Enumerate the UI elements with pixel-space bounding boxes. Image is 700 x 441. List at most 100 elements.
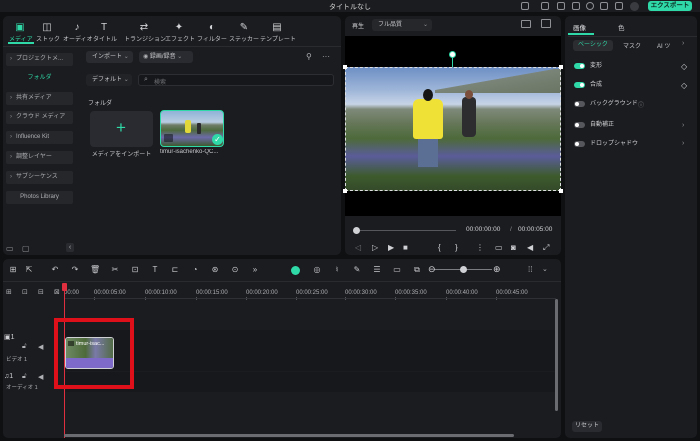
lock-icon[interactable]: 🔓︎ — [22, 373, 27, 381]
speed-icon[interactable]: ⊛ — [210, 265, 220, 275]
sidebar-item[interactable]: フォルダ — [6, 72, 73, 85]
chevron-right-icon[interactable]: › — [682, 140, 684, 147]
filter-icon[interactable]: ⚲ — [306, 52, 312, 61]
bell-icon[interactable] — [615, 2, 623, 10]
sidebar-item[interactable]: › Influence Kit — [6, 131, 73, 144]
fullscreen-icon[interactable]: ⤢ — [543, 243, 549, 253]
keyframe-icon[interactable]: ◇ — [681, 62, 687, 71]
more-icon[interactable]: » — [250, 265, 260, 275]
sidebar-item[interactable]: › プロジェクトメ... — [6, 53, 73, 66]
toggle-switch[interactable] — [574, 122, 585, 128]
subtitle-icon[interactable]: ☰ — [372, 265, 382, 275]
toolbar-template[interactable]: ▤ テンプレート — [260, 22, 296, 44]
search-input[interactable]: ⌕ 検索 — [138, 74, 334, 86]
cloud-icon[interactable] — [600, 2, 608, 10]
keyframe-icon[interactable]: ◇ — [681, 81, 687, 90]
link-icon[interactable]: ⊡ — [22, 288, 28, 296]
snap-toggle-icon[interactable] — [291, 266, 300, 275]
toolbar-sticker[interactable]: ✎ ステッカー — [229, 22, 259, 44]
split-view-icon[interactable] — [521, 20, 531, 28]
record-dropdown[interactable]: ◉ 録画/録音 ⌄ — [139, 51, 193, 63]
zoom-slider-handle[interactable] — [460, 266, 467, 273]
undo-icon[interactable]: ↶ — [50, 265, 60, 275]
lock-icon[interactable]: 🔓︎ — [22, 343, 27, 351]
crown-icon[interactable] — [541, 2, 549, 10]
cut-icon[interactable]: ✂ — [110, 265, 120, 275]
tab-image[interactable]: 画像 — [573, 22, 586, 32]
mic-icon[interactable]: ♮ — [332, 265, 342, 275]
help-icon[interactable]: ⓘ — [638, 100, 644, 109]
play-icon[interactable]: ▶ — [388, 243, 394, 252]
selection-box[interactable] — [345, 67, 561, 191]
subtab-basic[interactable]: ベーシック — [573, 40, 613, 51]
toggle-switch[interactable] — [574, 101, 585, 107]
marker-icon[interactable]: ⊠ — [54, 288, 60, 296]
tab-color[interactable]: 色 — [618, 22, 625, 32]
more-icon[interactable]: ⋮ — [476, 243, 484, 252]
sidebar-item[interactable]: › 共有メディア — [6, 92, 73, 105]
resize-handle[interactable] — [559, 65, 563, 69]
text-icon[interactable]: T — [150, 265, 160, 275]
video-track-lane[interactable] — [64, 330, 556, 371]
support-icon[interactable] — [586, 2, 594, 10]
toolbar-audio[interactable]: ♪ オーディオ — [63, 22, 93, 44]
crop-icon[interactable]: ⊡ — [130, 265, 140, 275]
mark-out-icon[interactable]: } — [455, 243, 458, 252]
camera-icon[interactable]: ◙ — [511, 243, 516, 252]
subtab-mask[interactable]: マスク — [623, 41, 641, 50]
chevron-right-icon[interactable]: › — [682, 40, 684, 47]
playhead-handle[interactable] — [62, 283, 67, 291]
sidebar-item[interactable]: › サブシーケンス — [6, 171, 73, 184]
reset-button[interactable]: リセット — [572, 421, 602, 432]
sidebar-item[interactable]: Photos Library — [6, 191, 73, 204]
screen-icon[interactable] — [572, 2, 580, 10]
snapshot-icon[interactable] — [541, 19, 551, 28]
import-media-tile[interactable]: + — [90, 111, 153, 147]
export-button[interactable]: エクスポート — [648, 1, 692, 11]
send-icon[interactable] — [521, 2, 529, 10]
ai-icon[interactable]: ⊙ — [230, 265, 240, 275]
media-clip-thumbnail[interactable]: ✓ — [160, 110, 224, 147]
zoom-out-icon[interactable]: ⊖ — [428, 264, 436, 275]
chevron-down-icon[interactable]: ⌄ — [542, 265, 548, 273]
chevron-right-icon[interactable]: › — [682, 122, 684, 129]
preview-scrubber-track[interactable] — [356, 230, 456, 231]
sort-dropdown[interactable]: デフォルト ⌄ — [86, 74, 132, 86]
toggle-switch[interactable] — [574, 141, 585, 147]
preview-scrubber-handle[interactable] — [353, 227, 360, 234]
grid-icon[interactable]: ⁞⁞ — [528, 265, 532, 274]
rotation-handle[interactable] — [449, 51, 456, 58]
avatar[interactable] — [630, 2, 639, 11]
folder-icon[interactable]: ▢ — [22, 244, 30, 253]
volume-icon[interactable]: ◀ — [527, 243, 533, 252]
vertical-scrollbar[interactable] — [555, 299, 558, 411]
more-icon[interactable]: ··· — [322, 52, 330, 61]
redo-icon[interactable]: ↷ — [70, 265, 80, 275]
select-icon[interactable]: ⇱ — [24, 265, 34, 275]
subtab-ai[interactable]: AI ツ — [657, 41, 670, 50]
zoom-in-icon[interactable]: ⊕ — [493, 264, 501, 275]
mute-icon[interactable]: ◀ — [38, 373, 43, 381]
resize-handle[interactable] — [343, 189, 347, 193]
color-icon[interactable]: ◔ — [190, 265, 200, 275]
mask-icon[interactable]: ⊏ — [170, 265, 180, 275]
layout-icon[interactable]: ⊞ — [8, 265, 18, 275]
toolbar-effect[interactable]: ✦ エフェクト — [165, 22, 195, 44]
magnet-icon[interactable]: ⊟ — [38, 288, 44, 296]
sidebar-item[interactable]: › クラウド メディア — [6, 111, 73, 124]
horizontal-scrollbar[interactable] — [64, 434, 514, 437]
toolbar-title[interactable]: T タイトル — [93, 22, 117, 44]
pip-icon[interactable]: ▭ — [392, 265, 402, 275]
delete-icon[interactable]: 🗑︎ — [90, 265, 100, 275]
marker-icon[interactable]: ◎ — [312, 265, 322, 275]
import-dropdown[interactable]: インポート ⌄ — [86, 51, 133, 63]
mute-icon[interactable]: ◀ — [38, 343, 43, 351]
library-icon[interactable] — [557, 2, 565, 10]
mark-in-icon[interactable]: { — [438, 243, 441, 252]
resize-handle[interactable] — [559, 189, 563, 193]
toggle-switch[interactable] — [574, 63, 585, 69]
collapse-sidebar-icon[interactable]: ‹ — [66, 243, 74, 252]
prev-frame-icon[interactable]: ◁ — [355, 243, 361, 252]
toolbar-stock[interactable]: ◫ ストック — [36, 22, 60, 44]
toolbar-filter[interactable]: ◐ フィルター — [197, 22, 227, 44]
